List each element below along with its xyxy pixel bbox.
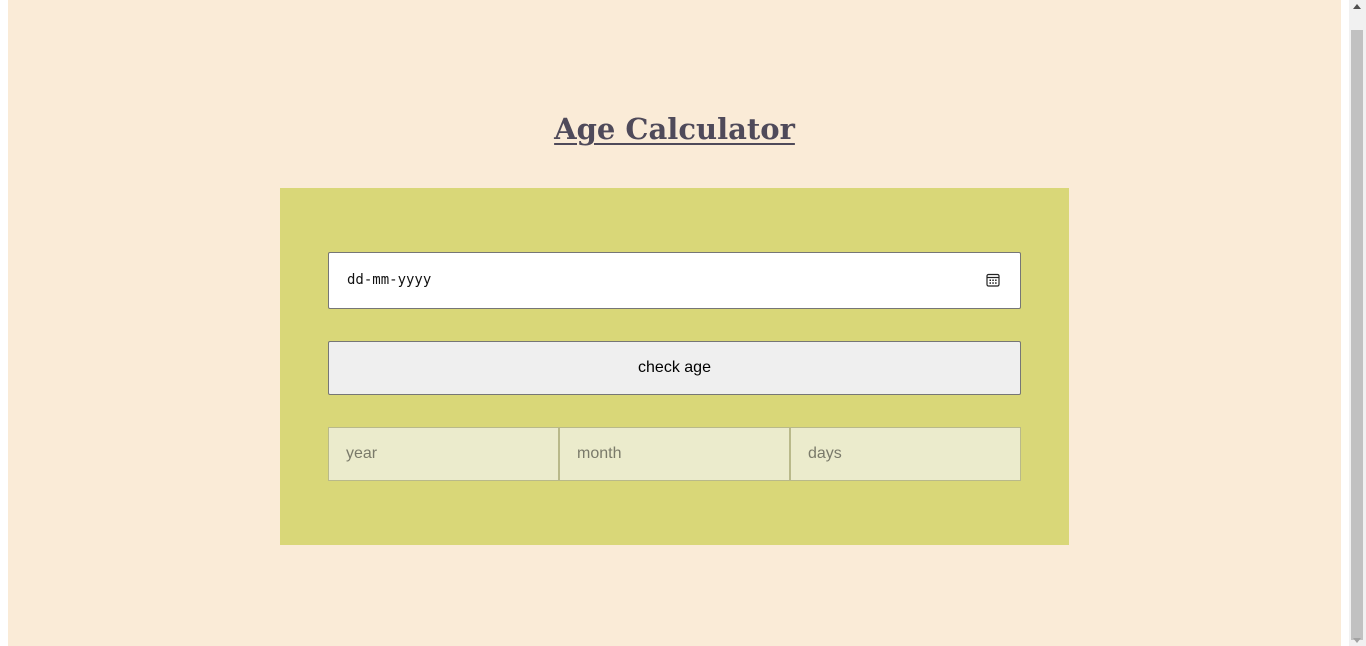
page-body: Age Calculator dd-mm-yyyy check age year… xyxy=(8,0,1341,646)
scroll-up-arrow-icon[interactable] xyxy=(1353,4,1361,9)
calculator-card: dd-mm-yyyy check age year month days xyxy=(280,188,1069,545)
vertical-scrollbar[interactable] xyxy=(1349,0,1366,646)
birthdate-input[interactable]: dd-mm-yyyy xyxy=(328,252,1021,309)
left-edge xyxy=(0,0,8,646)
days-output[interactable]: days xyxy=(790,427,1021,481)
month-output[interactable]: month xyxy=(559,427,790,481)
year-output[interactable]: year xyxy=(328,427,559,481)
check-age-button[interactable]: check age xyxy=(328,341,1021,395)
page-title: Age Calculator xyxy=(554,112,795,146)
scrollbar-thumb[interactable] xyxy=(1351,30,1363,640)
month-placeholder: month xyxy=(577,445,622,462)
calendar-icon[interactable] xyxy=(986,273,1000,287)
days-placeholder: days xyxy=(808,445,842,462)
date-placeholder: dd-mm-yyyy xyxy=(347,272,432,288)
scroll-down-arrow-icon[interactable] xyxy=(1353,638,1361,643)
year-placeholder: year xyxy=(346,445,378,462)
